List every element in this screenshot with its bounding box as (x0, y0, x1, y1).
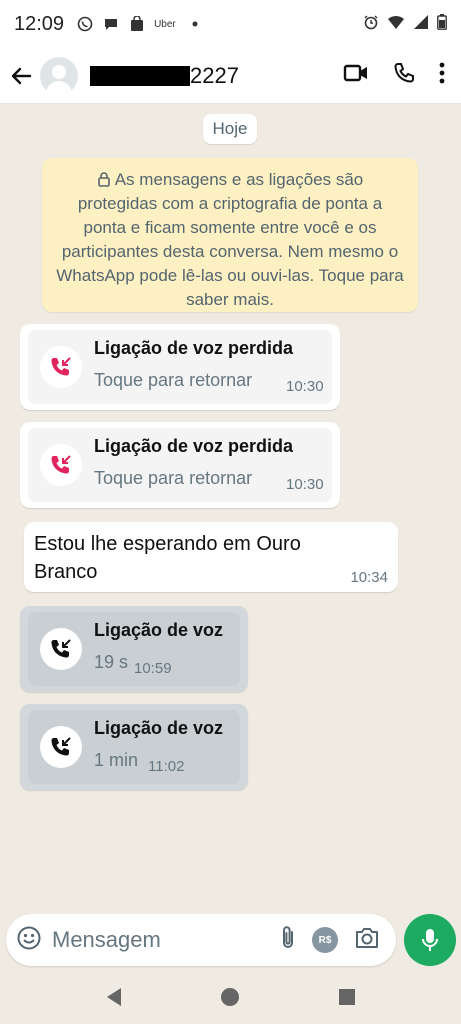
input-actions: R$ (280, 925, 380, 956)
video-camera-icon (343, 64, 367, 82)
more-options-button[interactable] (439, 62, 445, 89)
call-icon-circle (40, 346, 82, 388)
attach-button[interactable] (280, 925, 296, 956)
chat-header: 2227 (0, 48, 461, 104)
missed-call-icon (51, 357, 71, 376)
call-card: Ligação de voz perdida Toque para retorn… (28, 330, 332, 404)
message-time: 10:34 (350, 569, 388, 586)
nav-recents-icon[interactable] (338, 989, 355, 1005)
avatar-body-shape (46, 80, 72, 95)
nav-home-icon[interactable] (220, 988, 239, 1006)
battery-icon (437, 13, 447, 35)
whatsapp-notification-icon (76, 15, 94, 33)
call-title: Ligação de voz (94, 620, 224, 640)
payment-button[interactable]: R$ (312, 927, 338, 953)
wifi-icon (387, 14, 405, 35)
message-time: 10:30 (286, 378, 324, 395)
date-chip: Hoje (203, 114, 257, 144)
message-input-bar: Mensagem R$ (6, 914, 396, 966)
redacted-contact-number (90, 65, 190, 86)
contact-name[interactable]: 2227 (90, 63, 239, 89)
incoming-call-icon (51, 639, 71, 658)
missed-call-bubble[interactable]: Ligação de voz perdida Toque para retorn… (20, 324, 340, 410)
missed-call-bubble[interactable]: Ligação de voz perdida Toque para retorn… (20, 422, 340, 508)
nav-back-icon[interactable] (106, 988, 121, 1006)
voice-message-button[interactable] (404, 914, 456, 966)
paperclip-icon (283, 925, 293, 948)
contact-number-suffix: 2227 (190, 62, 239, 88)
call-icon-circle (40, 726, 82, 768)
voice-call-bubble[interactable]: Ligação de voz 19 s 10:59 (20, 606, 248, 692)
call-duration: 19 s (94, 652, 129, 672)
chat-notification-icon (102, 15, 120, 33)
avatar[interactable] (40, 56, 78, 95)
microphone-icon (422, 929, 438, 951)
text-message-bubble[interactable]: Estou lhe esperando em Ouro Branco 10:34 (24, 522, 398, 592)
encryption-notice[interactable]: As mensagens e as ligações são protegida… (42, 158, 418, 312)
call-subtitle: Toque para retornar (94, 468, 253, 488)
message-time: 10:30 (286, 476, 324, 493)
message-time: 11:02 (148, 758, 185, 775)
missed-call-icon (51, 455, 71, 474)
header-actions (343, 62, 445, 89)
call-duration: 1 min (94, 750, 139, 770)
encryption-notice-text: As mensagens e as ligações são protegida… (56, 170, 404, 309)
signal-icon (413, 14, 429, 35)
camera-icon (356, 927, 378, 948)
phone-icon (394, 63, 414, 83)
message-input[interactable]: Mensagem (52, 927, 280, 953)
emoji-button[interactable] (16, 925, 42, 956)
call-title: Ligação de voz (94, 718, 224, 738)
chat-area[interactable]: Hoje As mensagens e as ligações são prot… (0, 104, 461, 912)
back-button[interactable] (6, 61, 36, 91)
voice-call-button[interactable] (393, 62, 415, 89)
message-text: Estou lhe esperando em Ouro Branco (34, 533, 301, 583)
emoji-icon (17, 926, 41, 949)
shopping-bag-icon (128, 15, 146, 33)
message-time: 10:59 (134, 660, 172, 677)
call-card: Ligação de voz 19 s 10:59 (28, 612, 240, 686)
avatar-head-shape (52, 64, 66, 79)
camera-button[interactable] (354, 927, 380, 954)
call-icon-circle (40, 444, 82, 486)
lock-icon (97, 172, 110, 187)
call-title: Ligação de voz perdida (94, 436, 294, 456)
system-navigation-bar (0, 970, 461, 1024)
arrow-left-icon (11, 67, 32, 84)
voice-call-bubble[interactable]: Ligação de voz 1 min 11:02 (20, 704, 248, 790)
vertical-dots-icon (439, 62, 445, 84)
call-card: Ligação de voz perdida Toque para retorn… (28, 428, 332, 502)
status-bar: 12:09 Uber (0, 0, 461, 48)
call-title: Ligação de voz perdida (94, 338, 294, 358)
alarm-icon (363, 14, 379, 35)
call-icon-circle (40, 628, 82, 670)
call-subtitle: Toque para retornar (94, 370, 253, 390)
status-time: 12:09 (14, 12, 65, 35)
status-right (363, 13, 447, 35)
uber-notification: Uber (154, 18, 176, 30)
video-call-button[interactable] (343, 63, 369, 88)
incoming-call-icon (51, 737, 71, 756)
more-notifications-dot-icon (186, 15, 204, 33)
call-card: Ligação de voz 1 min 11:02 (28, 710, 240, 784)
